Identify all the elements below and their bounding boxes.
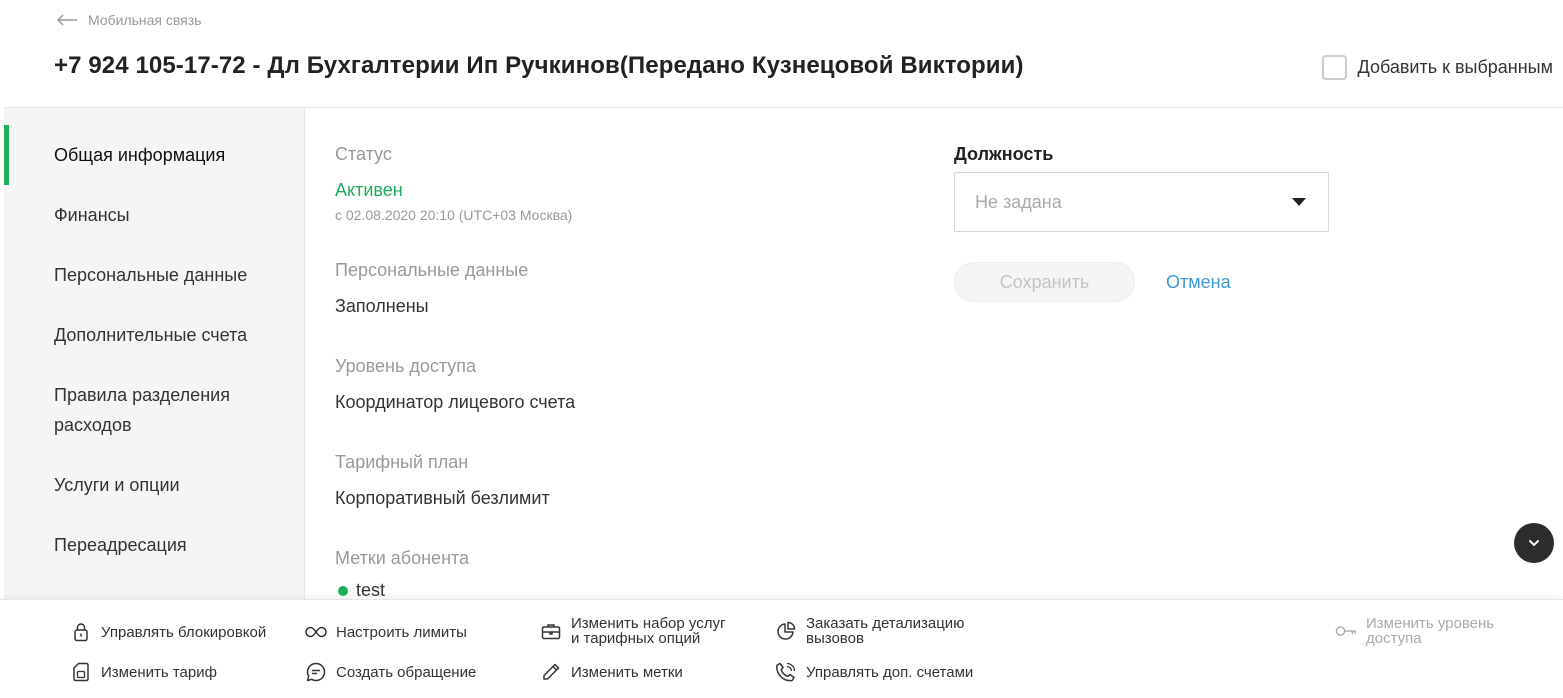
create-request-label: Создать обращение	[336, 663, 477, 681]
position-label: Должность	[954, 144, 1054, 164]
briefcase-icon	[540, 620, 562, 642]
tag-item: test	[338, 580, 385, 601]
add-to-favorites-checkbox[interactable]: Добавить к выбранным	[1321, 55, 1553, 80]
change-tariff-action[interactable]: Изменить тариф	[70, 661, 217, 683]
save-button[interactable]: Сохранить	[954, 262, 1135, 302]
tariff-plan-label: Тарифный план	[335, 452, 469, 472]
pencil-icon	[540, 661, 562, 683]
sidebar-item-personal-data[interactable]: Персональные данные	[54, 260, 284, 290]
action-bar: Управлять блокировкой Настроить лимиты И…	[0, 599, 1563, 698]
chat-bubble-icon	[305, 661, 327, 683]
arrow-left-icon	[56, 14, 78, 26]
status-value: Активен	[335, 180, 403, 200]
set-limits-action[interactable]: Настроить лимиты	[305, 621, 467, 643]
manage-block-label: Управлять блокировкой	[101, 623, 267, 641]
status-since: с 02.08.2020 20:10 (UTC+03 Москва)	[335, 207, 573, 223]
order-details-action[interactable]: Заказать детализацию вызовов	[775, 616, 964, 646]
tag-label: test	[356, 580, 386, 600]
sidebar-item-forwarding[interactable]: Переадресация	[54, 530, 284, 560]
pie-chart-icon	[775, 620, 797, 642]
create-request-action[interactable]: Создать обращение	[305, 661, 476, 683]
scroll-down-button[interactable]	[1514, 523, 1554, 563]
change-tags-label: Изменить метки	[571, 663, 683, 681]
sidebar: Общая информация Финансы Персональные да…	[4, 108, 305, 600]
set-limits-label: Настроить лимиты	[336, 623, 467, 641]
sidebar-item-finance[interactable]: Финансы	[54, 200, 284, 230]
tariff-plan-value: Корпоративный безлимит	[335, 488, 550, 508]
change-access-label-line2: доступа	[1366, 630, 1422, 647]
cancel-link[interactable]: Отмена	[1166, 272, 1231, 293]
page-title: +7 924 105-17-72 - Дл Бухгалтерии Ип Руч…	[54, 52, 1024, 79]
caret-down-icon	[1292, 198, 1306, 206]
chevron-down-icon	[1528, 534, 1540, 552]
access-level-label: Уровень доступа	[335, 356, 477, 376]
sidebar-item-additional-accounts[interactable]: Дополнительные счета	[54, 320, 284, 350]
position-select[interactable]: Не задана	[954, 172, 1329, 232]
manage-block-action[interactable]: Управлять блокировкой	[70, 621, 266, 643]
manage-accounts-action[interactable]: Управлять доп. счетами	[775, 661, 973, 683]
change-services-label-line2: и тарифных опций	[571, 630, 701, 647]
sidebar-item-services[interactable]: Услуги и опции	[54, 470, 284, 500]
personal-data-label: Персональные данные	[335, 260, 529, 280]
manage-accounts-label: Управлять доп. счетами	[806, 663, 974, 681]
checkbox-icon[interactable]	[1321, 55, 1347, 80]
back-link[interactable]: Мобильная связь	[56, 12, 201, 28]
change-services-action[interactable]: Изменить набор услуг и тарифных опций	[540, 616, 725, 646]
order-details-label-line2: вызовов	[806, 630, 864, 647]
phone-icon	[775, 661, 797, 683]
change-access-action[interactable]: Изменить уровень доступа	[1335, 616, 1494, 646]
position-select-value: Не задана	[975, 192, 1062, 212]
tag-dot-icon	[338, 585, 348, 596]
sidebar-item-general[interactable]: Общая информация	[54, 140, 284, 170]
change-services-label-line1: Изменить набор услуг	[571, 615, 726, 632]
status-label: Статус	[335, 144, 392, 164]
change-tags-action[interactable]: Изменить метки	[540, 661, 683, 683]
sidebar-item-expense-rules[interactable]: Правила разделения расходов	[54, 380, 284, 440]
lock-icon	[70, 621, 92, 643]
order-details-label-line1: Заказать детализацию	[806, 615, 965, 632]
back-link-label: Мобильная связь	[88, 12, 202, 28]
active-nav-marker	[4, 125, 9, 185]
subscriber-tags-label: Метки абонента	[335, 548, 470, 568]
infinity-icon	[305, 621, 327, 643]
access-level-value: Координатор лицевого счета	[335, 392, 576, 412]
add-to-favorites-label: Добавить к выбранным	[1357, 57, 1553, 77]
key-icon	[1335, 620, 1357, 642]
change-access-label-line1: Изменить уровень	[1366, 615, 1495, 632]
personal-data-value: Заполнены	[335, 296, 429, 316]
change-tariff-label: Изменить тариф	[101, 663, 217, 681]
sim-card-icon	[70, 661, 92, 683]
